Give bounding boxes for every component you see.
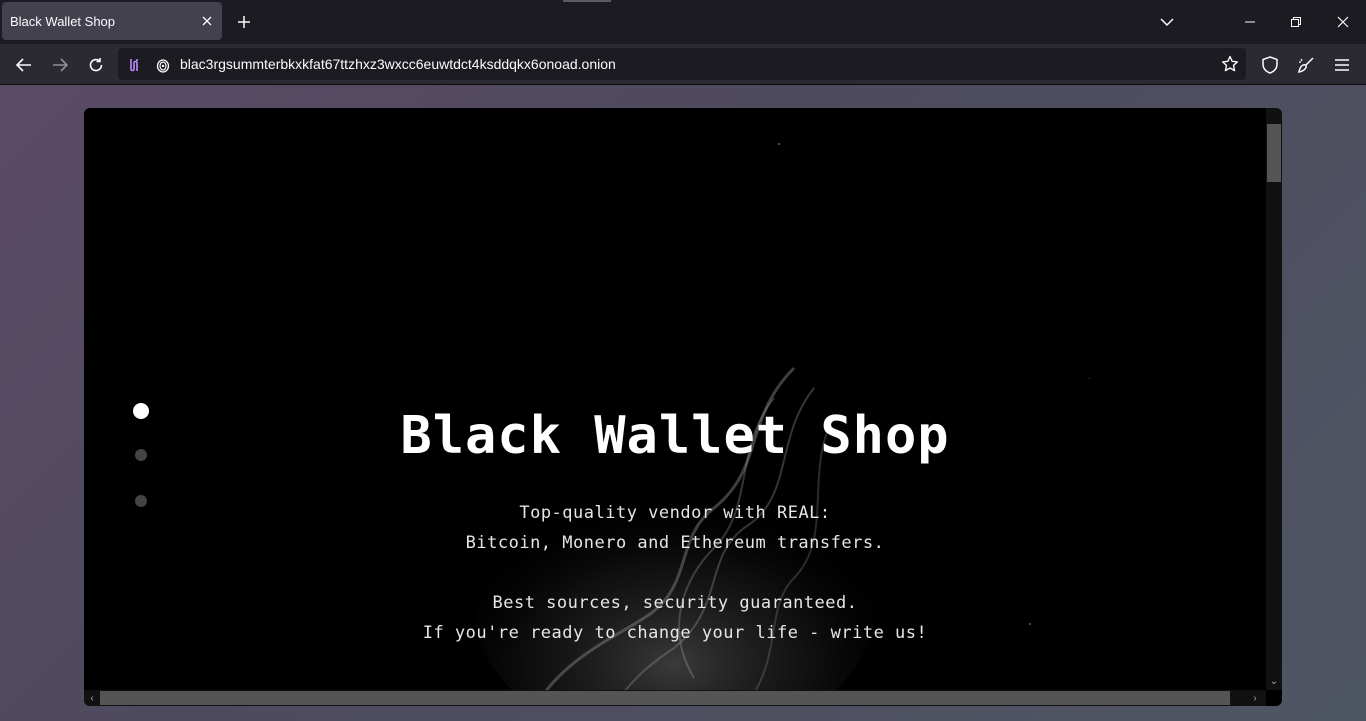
hero-line-1: Top-quality vendor with REAL: (519, 503, 831, 523)
vertical-scrollbar-thumb[interactable] (1267, 124, 1281, 182)
menu-button[interactable] (1329, 52, 1355, 78)
page-title: Black Wallet Shop (400, 406, 950, 466)
horizontal-scrollbar-thumb[interactable] (100, 691, 1230, 705)
chevron-down-icon[interactable]: ⌄ (1267, 674, 1281, 688)
hero-line-4: If you're ready to change your life - wr… (422, 623, 928, 643)
navigation-toolbar: blac3rgsummterbkxkfat67ttzhxz3wxcc6euwtd… (0, 44, 1366, 85)
hero-line-2: Bitcoin, Monero and Ethereum transfers. (465, 533, 885, 553)
arrow-left-icon (16, 58, 31, 72)
forward-button[interactable] (47, 52, 73, 78)
minimize-button[interactable] (1238, 10, 1262, 34)
reload-button[interactable] (83, 52, 109, 78)
shield-button[interactable] (1257, 52, 1283, 78)
site-container: Black Wallet Shop Top-quality vendor wit… (84, 108, 1282, 706)
onion-icon[interactable] (154, 56, 172, 74)
tab-active[interactable]: Black Wallet Shop (2, 2, 222, 40)
plus-icon (238, 16, 250, 28)
minimize-icon (1245, 21, 1255, 23)
back-button[interactable] (11, 52, 37, 78)
vertical-scrollbar[interactable]: ⌄ (1266, 108, 1282, 690)
chevron-down-icon (1160, 18, 1174, 27)
restore-icon (1291, 17, 1301, 27)
tab-strip: Black Wallet Shop (0, 0, 1366, 44)
url-bar[interactable]: blac3rgsummterbkxkfat67ttzhxz3wxcc6euwtd… (118, 48, 1246, 80)
hamburger-icon (1335, 59, 1349, 71)
arrow-right-icon (53, 58, 68, 72)
page-viewport: Black Wallet Shop Top-quality vendor wit… (0, 85, 1366, 721)
hero-line-3: Best sources, security guaranteed. (492, 593, 858, 613)
close-icon[interactable] (198, 12, 216, 30)
url-text: blac3rgsummterbkxkfat67ttzhxz3wxcc6euwtd… (180, 56, 616, 72)
list-all-tabs-button[interactable] (1156, 12, 1178, 32)
star-icon[interactable] (1220, 54, 1240, 74)
horizontal-scrollbar[interactable]: ‹ › (84, 690, 1266, 706)
tor-circuit-icon[interactable] (126, 56, 144, 74)
chevron-right-icon[interactable]: › (1248, 691, 1262, 705)
drag-indicator (563, 0, 611, 2)
close-icon (1337, 16, 1349, 28)
restore-button[interactable] (1284, 10, 1308, 34)
tab-title: Black Wallet Shop (10, 14, 116, 29)
broom-icon (1298, 57, 1314, 73)
chevron-left-icon[interactable]: ‹ (85, 691, 99, 705)
new-tab-button[interactable] (232, 10, 256, 34)
close-window-button[interactable] (1331, 10, 1355, 34)
reload-icon (89, 58, 103, 72)
new-identity-button[interactable] (1293, 52, 1319, 78)
shield-icon (1262, 56, 1278, 74)
